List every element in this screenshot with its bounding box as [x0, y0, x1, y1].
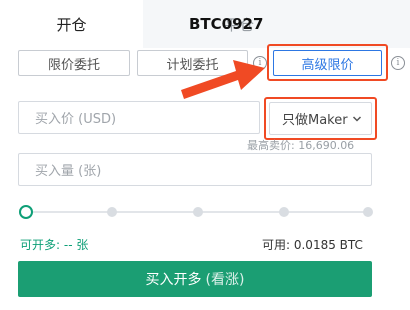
- highest-ask-hint: 最高卖价: 16,690.06: [247, 139, 355, 152]
- buy-quantity-placeholder: 买入量 (张): [35, 164, 102, 179]
- buy-button-label: 买入开多: [145, 272, 202, 288]
- open-long-amount: 可开多: -- 张: [20, 238, 89, 252]
- available-balance: 可用: 0.0185 BTC: [262, 238, 363, 252]
- slider-stop[interactable]: [279, 207, 289, 217]
- limit-order-label: 限价委托: [47, 57, 100, 73]
- chevron-down-icon: [352, 116, 362, 122]
- slider-stop[interactable]: [193, 207, 203, 217]
- advanced-limit-button[interactable]: 高级限价: [273, 50, 382, 76]
- slider-stop[interactable]: [363, 207, 373, 217]
- maker-only-value: 只做Maker: [282, 113, 348, 128]
- advanced-limit-label: 高级限价: [301, 57, 354, 73]
- tab-open-position[interactable]: 开仓: [0, 0, 143, 48]
- limit-order-button[interactable]: 限价委托: [18, 50, 130, 76]
- maker-only-select[interactable]: 只做Maker: [269, 102, 372, 135]
- buy-button-sublabel: (看涨): [205, 272, 245, 288]
- buy-price-placeholder: 买入价 (USD): [35, 112, 117, 127]
- plan-order-label: 计划委托: [166, 57, 219, 73]
- info-icon[interactable]: i: [391, 56, 405, 70]
- info-icon[interactable]: i: [253, 56, 267, 70]
- buy-open-long-button[interactable]: 买入开多 (看涨): [18, 261, 372, 297]
- trading-panel: 开仓 平仓 BTC0927 限价委托 计划委托 i 高级限价 i 买入价 (US…: [0, 0, 410, 310]
- tab-close-position[interactable]: 平仓: [143, 0, 410, 48]
- amount-slider-handle[interactable]: [19, 205, 33, 219]
- plan-order-button[interactable]: 计划委托: [137, 50, 248, 76]
- contract-label: BTC0927: [189, 15, 264, 33]
- slider-stop[interactable]: [107, 207, 117, 217]
- buy-price-input[interactable]: 买入价 (USD): [18, 101, 260, 134]
- tab-open-label: 开仓: [56, 15, 87, 34]
- buy-quantity-input[interactable]: 买入量 (张): [18, 153, 372, 186]
